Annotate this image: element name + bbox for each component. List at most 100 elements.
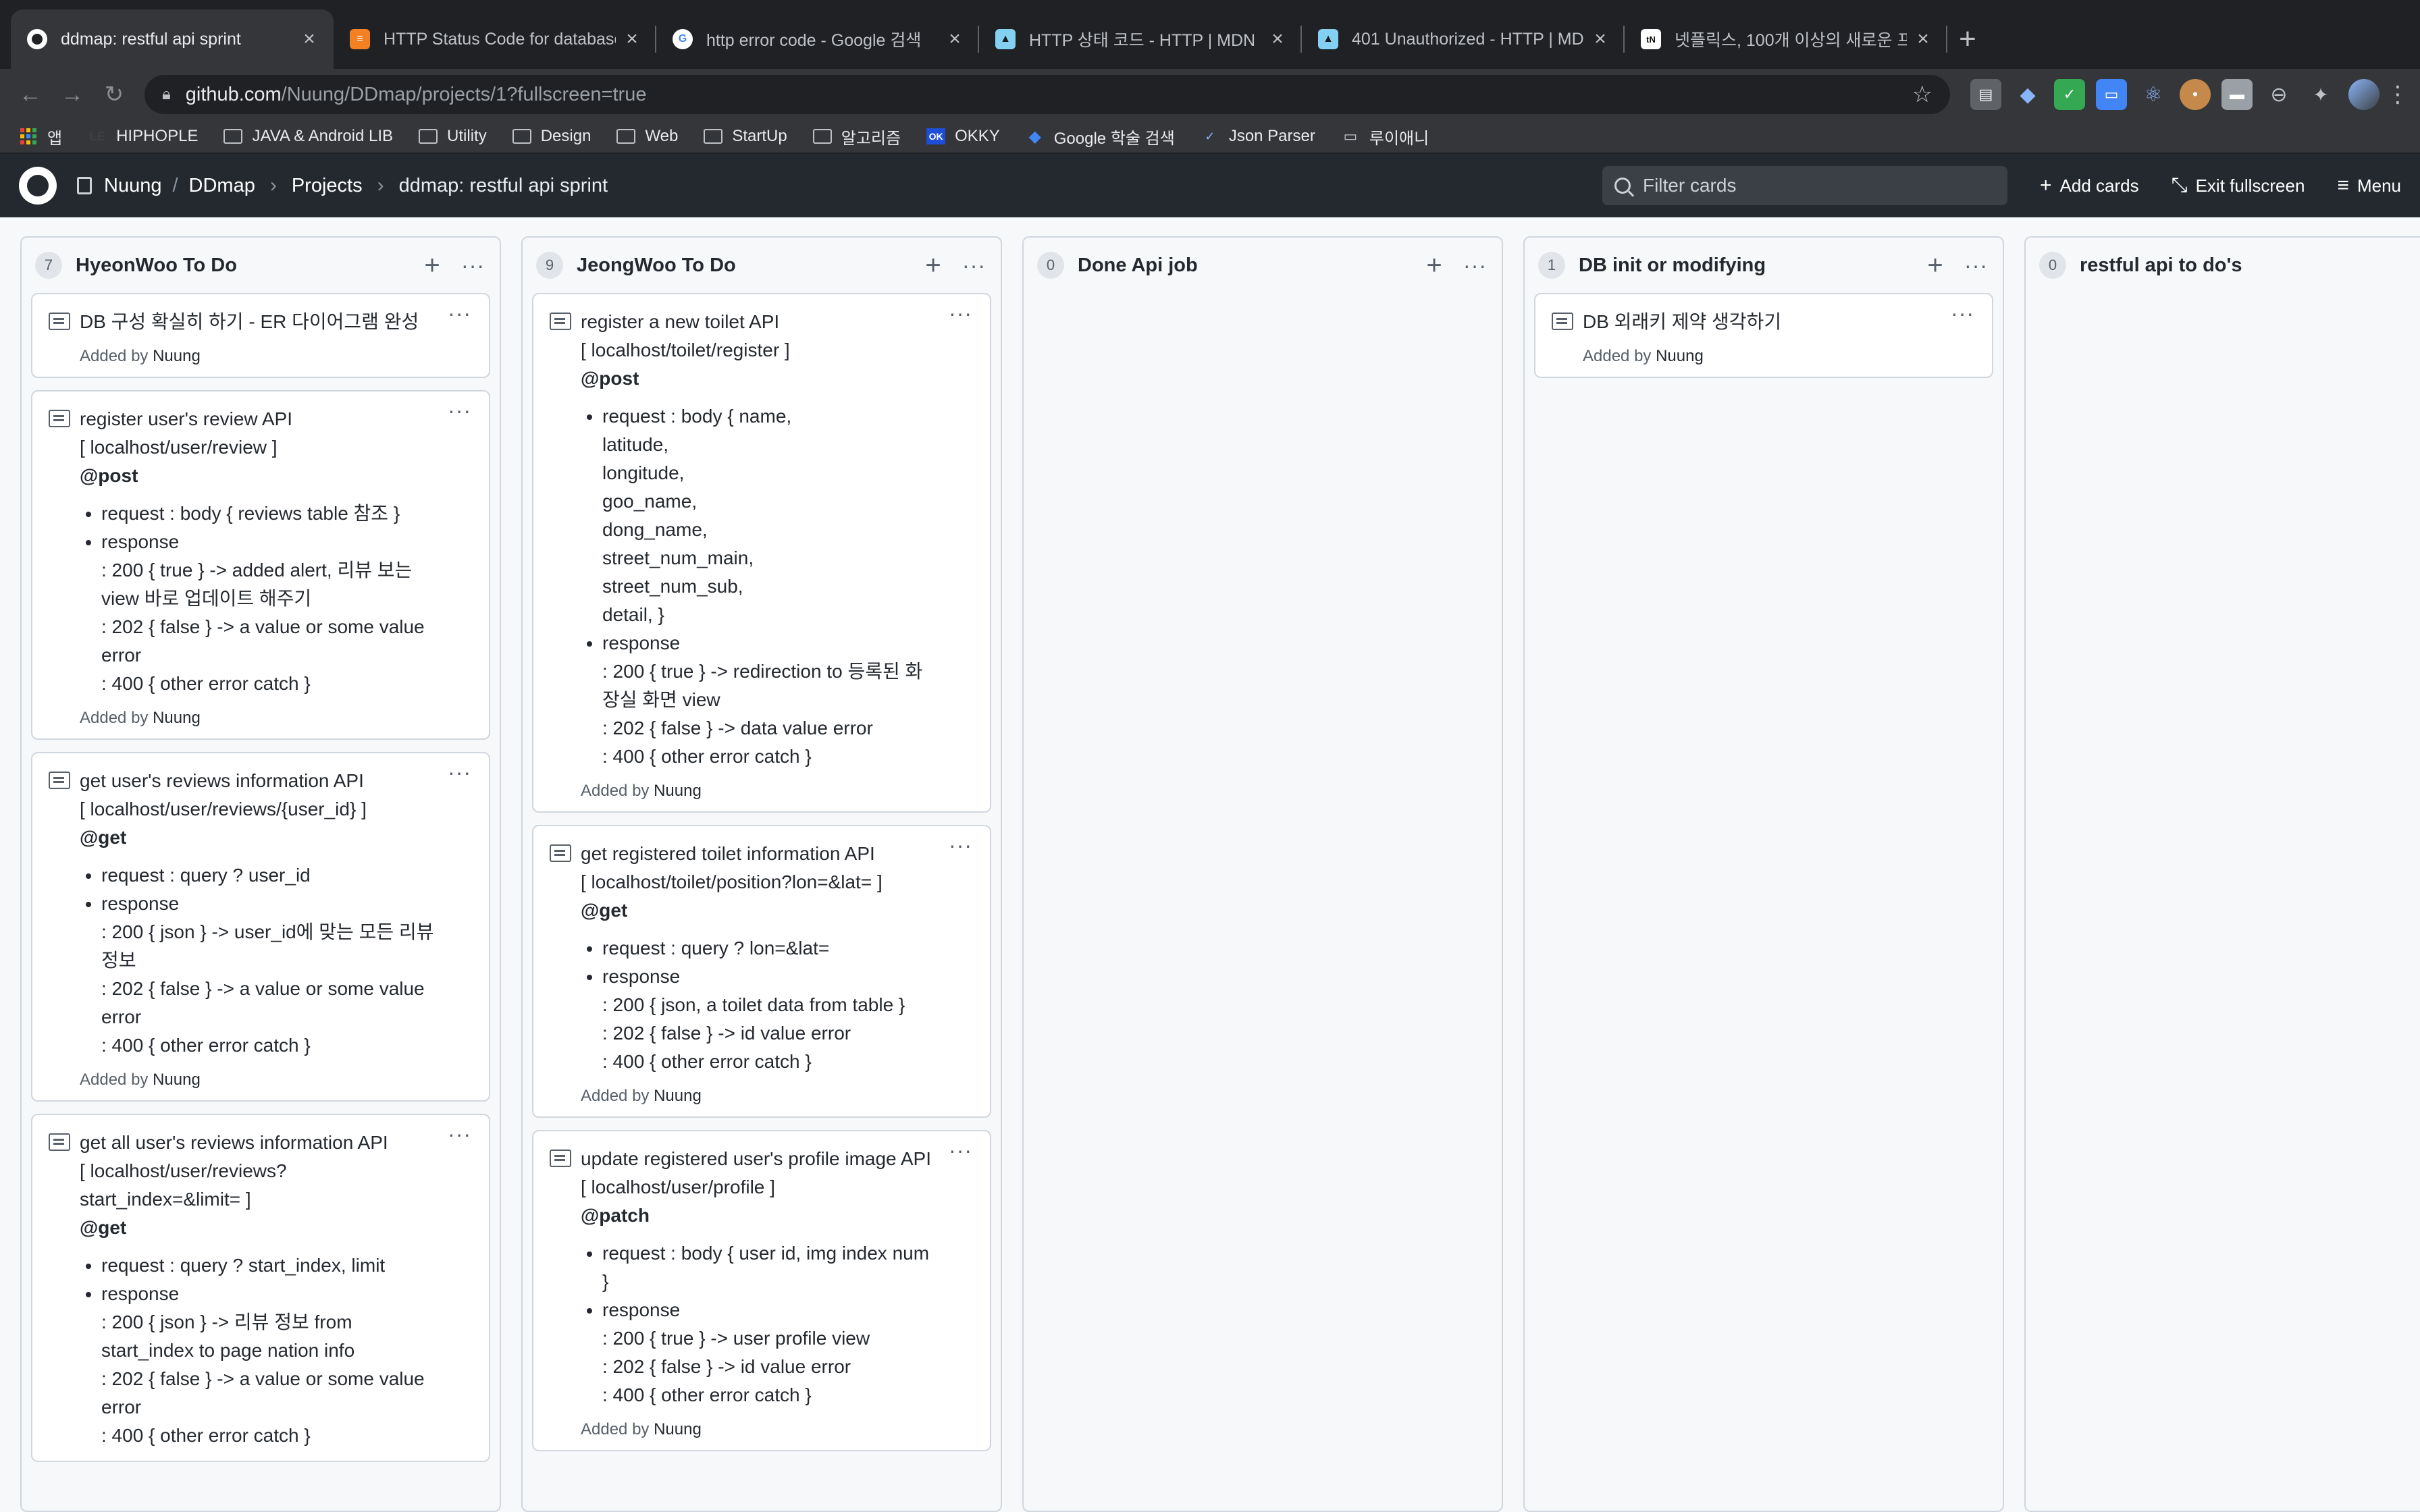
close-icon[interactable]: × <box>298 28 320 50</box>
add-card-plus-icon[interactable]: + <box>1925 250 1945 281</box>
okky-icon: OK <box>926 128 946 144</box>
close-icon[interactable]: × <box>1267 28 1288 50</box>
bookmark-folder[interactable]: Utility <box>419 127 487 146</box>
column-name: restful api to do's <box>2080 254 2242 276</box>
browser-tab[interactable]: ≡ HTTP Status Code for database × <box>334 9 656 69</box>
github-logo-icon[interactable] <box>19 167 57 205</box>
column-more-options-icon[interactable]: ··· <box>461 253 485 278</box>
forward-icon[interactable]: → <box>55 78 89 111</box>
reload-icon[interactable]: ↻ <box>97 78 131 111</box>
card-more-options-icon[interactable]: ··· <box>949 1138 972 1163</box>
card-more-options-icon[interactable]: ··· <box>949 301 972 326</box>
card-more-options-icon[interactable]: ··· <box>448 760 471 785</box>
browser-menu-icon[interactable]: ⋮ <box>2386 81 2409 108</box>
column-more-options-icon[interactable]: ··· <box>1463 253 1487 278</box>
project-card[interactable]: ··· DB 외래키 제약 생각하기 Added by Nuung <box>1534 293 1993 378</box>
address-bar[interactable]: 🔒︎ github.com /Nuung/DDmap/projects/1?fu… <box>144 75 1950 114</box>
new-tab-button[interactable]: + <box>1947 9 1988 69</box>
card-more-options-icon[interactable]: ··· <box>448 301 471 326</box>
document-extension-icon[interactable]: ▭ <box>2096 79 2127 110</box>
add-card-plus-icon[interactable]: + <box>923 250 943 281</box>
card-bullet-line: : 200 { json, a toilet data from table } <box>602 994 905 1015</box>
close-icon[interactable]: × <box>944 28 966 50</box>
react-extension-icon[interactable]: ⚛ <box>2138 79 2169 110</box>
add-card-plus-icon[interactable]: + <box>1424 250 1444 281</box>
card-more-options-icon[interactable]: ··· <box>1951 301 1974 326</box>
column-header: 1 DB init or modifying + ··· <box>1534 238 1993 293</box>
add-cards-button[interactable]: + Add cards <box>2040 174 2139 197</box>
browser-tab[interactable]: ▲ 401 Unauthorized - HTTP | MDN × <box>1302 9 1625 69</box>
breadcrumb-owner[interactable]: Nuung <box>104 175 161 197</box>
exit-fullscreen-button[interactable]: ⤡ Exit fullscreen <box>2172 174 2305 197</box>
card-author-link[interactable]: Nuung <box>153 709 201 727</box>
browser-tab[interactable]: G http error code - Google 검색 × <box>656 9 979 69</box>
bookmark-okky[interactable]: OK OKKY <box>926 127 1000 146</box>
card-note-line: [ localhost/toilet/position?lon=&lat= ] <box>581 871 883 892</box>
close-icon[interactable]: × <box>1589 28 1611 50</box>
column-more-options-icon[interactable]: ··· <box>962 253 986 278</box>
card-bullet-line: : 202 { false } -> id value error <box>602 1356 851 1377</box>
column-name: JeongWoo To Do <box>577 254 736 276</box>
bookmark-json-parser[interactable]: ✓ Json Parser <box>1201 127 1315 146</box>
card-bullet-line: } <box>602 1271 609 1292</box>
project-card[interactable]: ··· register a new toilet API [ localhost/… <box>532 293 991 813</box>
minus-circle-extension-icon[interactable]: ⊖ <box>2263 79 2294 110</box>
bookmark-folder[interactable]: StartUp <box>704 127 787 146</box>
bookmark-apps[interactable]: 앱 <box>19 125 62 148</box>
bookmark-folder[interactable]: JAVA & Android LIB <box>223 127 393 146</box>
project-card[interactable]: ··· DB 구성 확실히 하기 - ER 다이어그램 완성 Added by Nu… <box>31 293 490 378</box>
project-card[interactable]: ··· get all user's reviews information AP… <box>31 1114 490 1462</box>
profile-avatar[interactable] <box>2348 79 2379 110</box>
column-more-options-icon[interactable]: ··· <box>1964 253 1988 278</box>
card-more-options-icon[interactable]: ··· <box>949 833 972 858</box>
bookmark-scholar[interactable]: ◆ Google 학술 검색 <box>1026 125 1175 148</box>
puzzle-icon[interactable]: ✦ <box>2305 79 2336 110</box>
cookie-extension-icon[interactable]: • <box>2180 79 2211 110</box>
filter-cards-input[interactable]: Filter cards <box>1602 166 2007 205</box>
menu-button[interactable]: ≡ Menu <box>2337 174 2401 197</box>
project-card[interactable]: ··· get user's reviews information API [ l… <box>31 752 490 1102</box>
json-icon: ✓ <box>1205 129 1215 143</box>
browser-tab[interactable]: ddmap: restful api sprint × <box>11 9 334 69</box>
card-bullet-line: error <box>101 1397 142 1418</box>
column-header: 0 Done Api job + ··· <box>1033 238 1492 293</box>
bookmark-star-icon[interactable]: ☆ <box>1912 81 1932 108</box>
card-more-options-icon[interactable]: ··· <box>448 1122 471 1147</box>
card-author-link[interactable]: Nuung <box>654 1087 702 1105</box>
bookmark-tv[interactable]: ▭ 루이애니 <box>1341 125 1429 148</box>
card-extension-icon[interactable]: ▬ <box>2221 79 2253 110</box>
note-icon <box>49 410 70 427</box>
check-extension-icon[interactable]: ✓ <box>2054 79 2085 110</box>
project-card[interactable]: ··· get registered toilet information API… <box>532 825 991 1118</box>
browser-tab[interactable]: ▲ HTTP 상태 코드 - HTTP | MDN × <box>979 9 1302 69</box>
add-card-plus-icon[interactable]: + <box>422 250 442 281</box>
close-icon[interactable]: × <box>621 28 643 50</box>
breadcrumb-projects[interactable]: Projects <box>292 175 363 197</box>
card-note-line: get user's reviews information API <box>80 770 364 791</box>
project-card[interactable]: ··· register user's review API [ localhost… <box>31 390 490 740</box>
breadcrumb-repo[interactable]: DDmap <box>189 175 255 197</box>
card-bullet-line: goo_name, <box>602 491 698 512</box>
bookmark-hiphople[interactable]: LE HIPHOPLE <box>88 127 199 146</box>
bookmark-folder[interactable]: Design <box>512 127 591 146</box>
card-author-link[interactable]: Nuung <box>153 1071 201 1089</box>
search-icon <box>1614 178 1631 194</box>
card-author-link[interactable]: Nuung <box>654 1420 702 1438</box>
card-more-options-icon[interactable]: ··· <box>448 398 471 423</box>
back-icon[interactable]: ← <box>14 78 47 111</box>
extension-icon[interactable]: ▤ <box>1970 79 2001 110</box>
bookmark-folder[interactable]: 알고리즘 <box>812 125 901 148</box>
card-author-link[interactable]: Nuung <box>153 347 201 365</box>
card-author-link[interactable]: Nuung <box>654 782 702 800</box>
project-title[interactable]: ddmap: restful api sprint <box>399 175 608 197</box>
browser-tab[interactable]: tN 넷플릭스, 100개 이상의 새로운 프로 × <box>1625 9 1947 69</box>
diamond-extension-icon[interactable]: ◆ <box>2012 79 2043 110</box>
card-note-line: get registered toilet information API <box>581 843 875 864</box>
project-card[interactable]: ··· update registered user's profile imag… <box>532 1130 991 1451</box>
bookmark-folder[interactable]: Web <box>616 127 678 146</box>
close-icon[interactable]: × <box>1912 28 1934 50</box>
card-author-link[interactable]: Nuung <box>1656 347 1704 365</box>
card-added-by: Added by Nuung <box>49 1071 473 1089</box>
added-by-label: Added by <box>80 709 149 727</box>
tab-title: http error code - Google 검색 <box>706 31 922 50</box>
